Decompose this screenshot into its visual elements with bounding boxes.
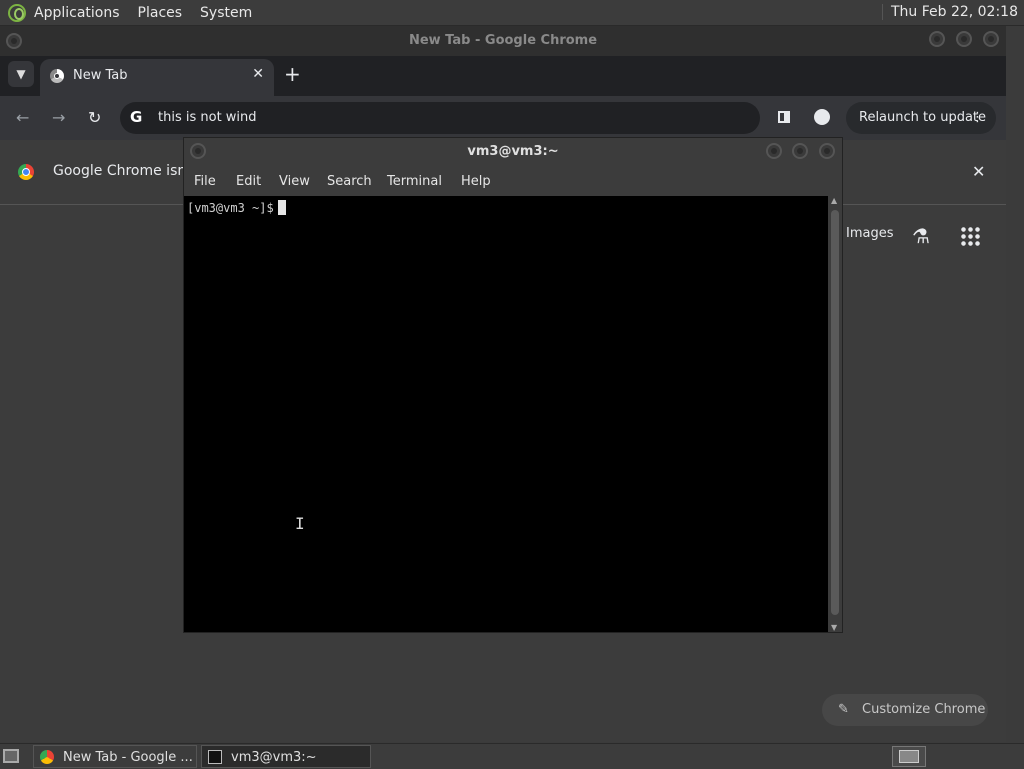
terminal-maximize-icon[interactable] [792,143,808,159]
terminal-output[interactable]: [vm3@vm3 ~]$ I [184,196,828,632]
google-g-icon: G [130,108,143,126]
menu-file[interactable]: File [194,174,216,189]
menu-edit[interactable]: Edit [236,174,261,189]
maximize-icon[interactable] [956,31,972,47]
menu-applications[interactable]: Applications [34,5,120,21]
reload-icon[interactable]: ↻ [88,108,101,127]
labs-flask-icon[interactable]: ⚗ [912,224,930,248]
menu-terminal[interactable]: Terminal [387,174,442,189]
taskbar-chrome-label: New Tab - Google ... [63,750,193,765]
customize-chrome-button[interactable]: ✎ Customize Chrome [822,694,988,726]
taskbar-terminal-label: vm3@vm3:~ [231,750,317,765]
terminal-window: vm3@vm3:~ File Edit View Search Terminal… [183,137,843,633]
terminal-menubar: File Edit View Search Terminal Help [184,166,842,196]
scroll-thumb[interactable] [831,210,839,615]
distro-logo-icon[interactable] [8,3,26,22]
top-panel: Applications Places System Thu Feb 22, 0… [0,0,1024,26]
bottom-panel: New Tab - Google ... vm3@vm3:~ [0,743,1024,769]
kebab-menu-icon[interactable]: ⋮ [971,102,984,134]
scroll-up-icon[interactable]: ▲ [831,196,837,205]
tab-new-tab[interactable]: New Tab ✕ [40,59,274,96]
menu-help[interactable]: Help [461,174,491,189]
menu-places[interactable]: Places [138,5,183,21]
show-desktop-icon[interactable] [3,749,19,763]
pencil-icon: ✎ [838,702,849,717]
new-tab-plus-icon[interactable]: + [284,62,301,86]
omnibox-input[interactable]: this is not wind [158,110,257,125]
customize-label: Customize Chrome [862,702,986,717]
shell-prompt: [vm3@vm3 ~]$ [187,200,286,215]
taskbar-item-terminal[interactable]: vm3@vm3:~ [201,745,371,768]
tab-title: New Tab [73,68,128,83]
chrome-titlebar[interactable]: New Tab - Google Chrome [0,26,1006,56]
chrome-logo-icon [18,164,34,180]
chrome-taskbar-icon [40,750,54,764]
minimize-icon[interactable] [929,31,945,47]
profile-avatar-icon[interactable] [814,109,830,125]
relaunch-to-update-button[interactable]: Relaunch to update ⋮ [846,102,996,134]
side-panel-icon[interactable] [778,111,790,123]
relaunch-label: Relaunch to update [859,110,987,125]
chrome-favicon-icon [50,69,64,83]
tab-strip: ▼ New Tab ✕ + [0,56,1006,96]
browser-toolbar: ← → ↻ G this is not wind Relaunch to upd… [0,96,1006,140]
back-arrow-icon[interactable]: ← [16,108,29,127]
terminal-close-icon[interactable] [819,143,835,159]
infobar-close-icon[interactable]: ✕ [972,162,985,181]
workspace-switcher[interactable] [892,746,926,767]
window-menu-icon[interactable] [6,33,22,49]
tab-search-chevron-icon[interactable]: ▼ [8,61,34,87]
window-title: New Tab - Google Chrome [408,33,598,48]
scroll-down-icon[interactable]: ▼ [831,623,837,632]
terminal-taskbar-icon [208,750,222,764]
ibeam-cursor-icon: I [295,514,305,533]
terminal-minimize-icon[interactable] [766,143,782,159]
infobar-message: Google Chrome isn't [53,163,196,179]
images-link[interactable]: Images [846,226,894,241]
tab-close-icon[interactable]: ✕ [252,66,264,82]
terminal-titlebar[interactable]: vm3@vm3:~ [184,138,842,166]
menu-search[interactable]: Search [327,174,372,189]
terminal-window-menu-icon[interactable] [190,143,206,159]
terminal-scrollbar[interactable]: ▲ ▼ [828,196,842,632]
terminal-title: vm3@vm3:~ [467,144,559,159]
menu-view[interactable]: View [279,174,310,189]
forward-arrow-icon[interactable]: → [52,108,65,127]
close-icon[interactable] [983,31,999,47]
google-apps-grid-icon[interactable] [960,226,980,246]
omnibox[interactable]: G this is not wind [120,102,760,134]
taskbar-item-chrome[interactable]: New Tab - Google ... [33,745,197,768]
menu-system[interactable]: System [200,5,252,21]
text-cursor [277,200,286,215]
clock[interactable]: Thu Feb 22, 02:18 [881,4,1018,20]
